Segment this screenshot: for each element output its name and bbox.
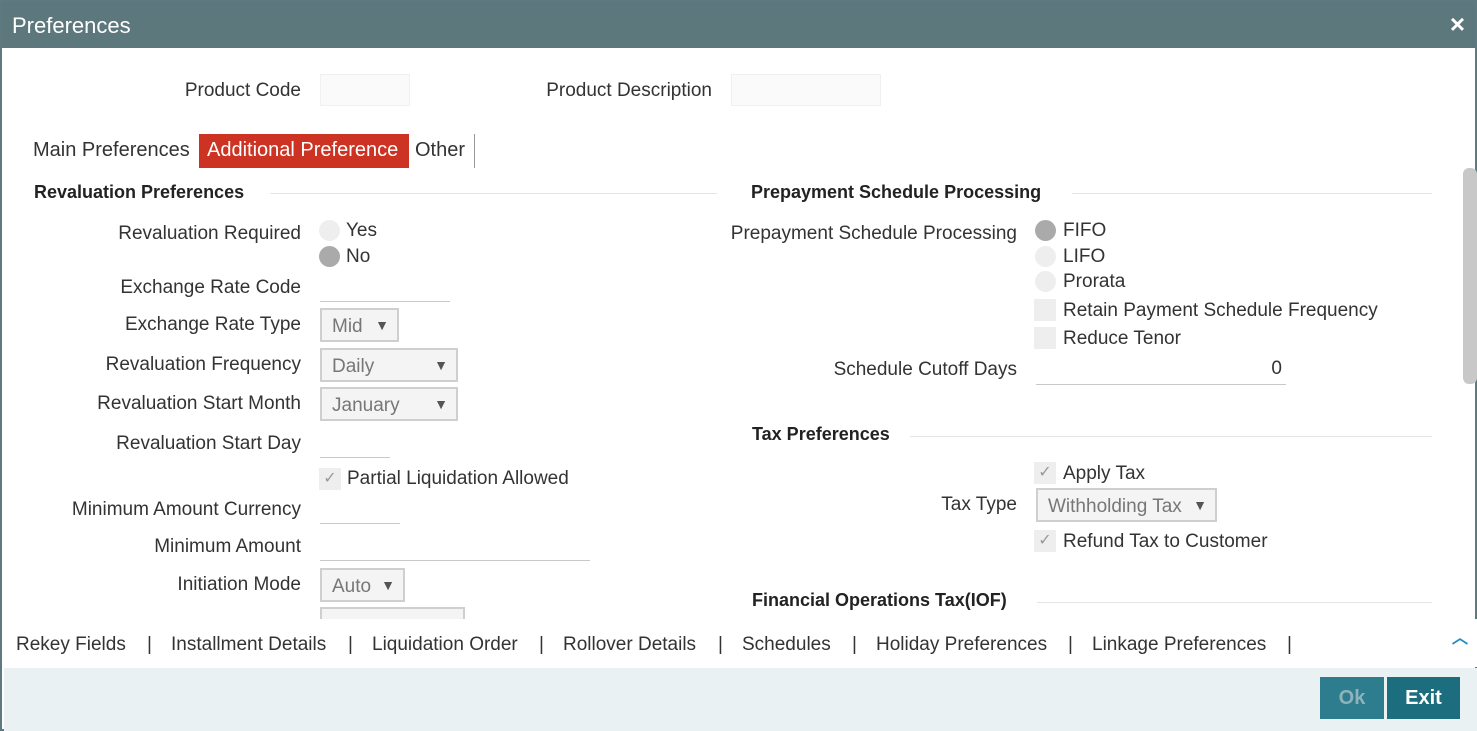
section-divider [1037,602,1432,603]
product-description-field[interactable] [731,74,881,106]
minimum-amount-currency-label: Minimum Amount Currency [71,499,301,520]
tab-other[interactable]: Other [409,134,471,168]
reduce-tenor-checkbox[interactable] [1034,327,1056,349]
button-bar [4,668,1477,731]
retain-frequency-checkbox[interactable] [1034,299,1056,321]
revaluation-start-month-label: Revaluation Start Month [97,393,301,414]
link-separator: | [1068,634,1073,655]
exchange-rate-type-value: Mid [332,316,363,337]
prepayment-processing-label: Prepayment Schedule Processing [730,223,1017,244]
partial-liquidation-checkbox[interactable]: ✓ [319,468,341,490]
link-holiday-preferences[interactable]: Holiday Preferences [876,634,1047,656]
reduce-tenor-label: Reduce Tenor [1063,328,1181,349]
tax-type-value: Withholding Tax [1048,496,1182,517]
link-schedules[interactable]: Schedules [742,634,831,656]
tax-type-select[interactable]: Withholding Tax ▼ [1036,488,1217,522]
revaluation-frequency-value: Daily [332,356,375,377]
exchange-rate-type-label: Exchange Rate Type [124,314,301,335]
revaluation-yes-label: Yes [346,220,377,241]
link-liquidation-order[interactable]: Liquidation Order [372,634,518,656]
refund-tax-label: Refund Tax to Customer [1063,531,1268,552]
chevron-down-icon: ▼ [434,357,448,373]
prorata-radio[interactable] [1035,271,1056,292]
minimum-amount-currency-field[interactable] [320,494,400,524]
prorata-label: Prorata [1063,271,1126,292]
tab-separator [474,134,475,168]
revaluation-no-label: No [346,246,371,267]
fifo-label: FIFO [1063,220,1107,241]
link-separator: | [147,634,152,655]
product-description-label: Product Description [546,80,712,101]
link-separator: | [539,634,544,655]
initiation-mode-value: Auto [332,576,372,597]
apply-tax-checkbox[interactable]: ✓ [1034,462,1056,484]
revaluation-yes-radio[interactable] [319,220,340,241]
link-separator: | [348,634,353,655]
exchange-rate-code-label: Exchange Rate Code [120,277,301,298]
revaluation-section-title: Revaluation Preferences [34,182,245,202]
minimum-amount-label: Minimum Amount [154,536,301,557]
revaluation-start-month-value: January [332,395,400,416]
footer-links-bar: Rekey Fields | Installment Details | Liq… [4,619,1477,667]
revaluation-start-month-select[interactable]: January ▼ [320,387,458,421]
revaluation-frequency-select[interactable]: Daily ▼ [320,348,458,382]
iof-section-title: Financial Operations Tax(IOF) [752,590,1007,610]
link-separator: | [718,634,723,655]
section-divider [1072,193,1432,194]
link-separator: | [852,634,857,655]
revaluation-frequency-label: Revaluation Frequency [105,354,301,375]
lifo-label: LIFO [1063,246,1106,267]
chevron-up-icon[interactable]: ︿ [1452,624,1468,648]
refund-tax-checkbox[interactable]: ✓ [1034,530,1056,552]
link-rollover-details[interactable]: Rollover Details [563,634,696,656]
window-title: Preferences [12,13,131,38]
revaluation-required-label: Revaluation Required [118,223,301,244]
initiation-mode-label: Initiation Mode [177,574,301,595]
exit-button[interactable]: Exit [1387,677,1460,719]
chevron-down-icon: ▼ [381,577,395,593]
partial-liquidation-label: Partial Liquidation Allowed [347,468,569,489]
fifo-radio[interactable] [1035,220,1056,241]
schedule-cutoff-days-field[interactable]: 0 [1036,354,1286,385]
exchange-rate-type-select[interactable]: Mid ▼ [320,308,399,342]
tab-additional-preference[interactable]: Additional Preference [199,134,409,168]
link-separator: | [1287,634,1292,655]
product-code-field[interactable] [320,74,410,106]
chevron-down-icon: ▼ [1193,497,1207,513]
chevron-down-icon: ▼ [375,317,389,333]
schedule-cutoff-days-label: Schedule Cutoff Days [833,359,1017,380]
section-divider [270,193,717,194]
section-divider [910,436,1432,437]
initiation-mode-select[interactable]: Auto ▼ [320,568,405,602]
revaluation-start-day-field[interactable] [320,427,390,458]
link-installment-details[interactable]: Installment Details [171,634,326,656]
retain-frequency-label: Retain Payment Schedule Frequency [1063,300,1378,321]
title-bar: Preferences × [2,2,1475,48]
product-code-label: Product Code [184,80,301,101]
tab-main-preferences[interactable]: Main Preferences [27,134,196,168]
tax-section-title: Tax Preferences [752,424,890,444]
exchange-rate-code-field[interactable] [320,272,450,302]
link-linkage-preferences[interactable]: Linkage Preferences [1092,634,1266,656]
prepayment-section-title: Prepayment Schedule Processing [751,182,1042,202]
tax-type-label: Tax Type [941,494,1017,515]
revaluation-start-day-label: Revaluation Start Day [116,433,301,454]
lifo-radio[interactable] [1035,246,1056,267]
link-rekey-fields[interactable]: Rekey Fields [16,634,126,656]
vertical-scrollbar[interactable] [1463,168,1477,384]
revaluation-no-radio[interactable] [319,246,340,267]
close-icon[interactable]: × [1450,11,1465,37]
chevron-down-icon: ▼ [434,396,448,412]
apply-tax-label: Apply Tax [1063,463,1146,484]
ok-button[interactable]: Ok [1320,677,1384,719]
preferences-window: Preferences × Product Code Product Descr… [0,0,1477,731]
minimum-amount-field[interactable] [320,531,590,561]
